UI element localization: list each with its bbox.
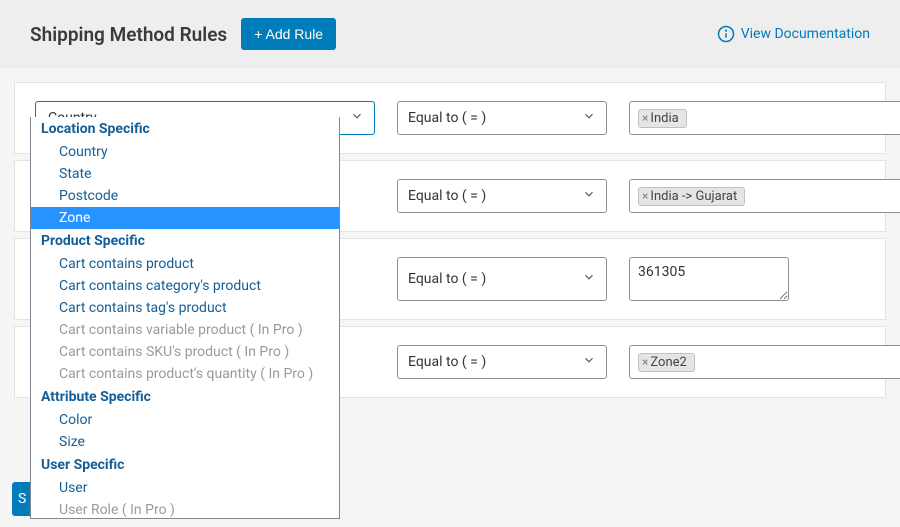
value-tag[interactable]: × Zone2 [638, 353, 695, 372]
value-input[interactable]: × India [629, 101, 900, 135]
dropdown-option[interactable]: State [31, 163, 339, 185]
remove-tag-icon[interactable]: × [642, 111, 649, 125]
info-icon [717, 25, 735, 43]
tag-label: India [650, 111, 678, 126]
postcode-input[interactable] [629, 257, 789, 301]
option-group-label: Location Specific [31, 117, 339, 141]
value-input[interactable]: × Zone2 [629, 345, 900, 379]
tag-label: India -> Gujarat [650, 189, 737, 204]
view-documentation-link[interactable]: View Documentation [717, 25, 870, 43]
operator-select[interactable]: Equal to ( = ) [397, 345, 607, 379]
tag-label: Zone2 [650, 355, 686, 370]
operator-select[interactable]: Equal to ( = ) [397, 101, 607, 135]
dropdown-option[interactable]: Size [31, 431, 339, 453]
dropdown-option[interactable]: Postcode [31, 185, 339, 207]
operator-select[interactable]: Equal to ( = ) [397, 257, 607, 301]
operator-label: Equal to ( = ) [408, 110, 486, 126]
operator-select[interactable]: Equal to ( = ) [397, 179, 607, 213]
chevron-down-icon [350, 109, 364, 127]
option-group-label: Product Specific [31, 229, 339, 253]
operator-label: Equal to ( = ) [408, 354, 486, 370]
remove-tag-icon[interactable]: × [642, 189, 649, 203]
dropdown-option[interactable]: Cart contains product [31, 253, 339, 275]
option-group-label: User Specific [31, 453, 339, 477]
operator-label: Equal to ( = ) [408, 188, 486, 204]
chevron-down-icon [582, 270, 596, 288]
condition-dropdown-panel[interactable]: Location SpecificCountryStatePostcodeZon… [30, 117, 340, 519]
page-header: Shipping Method Rules + Add Rule View Do… [0, 0, 900, 68]
remove-tag-icon[interactable]: × [642, 355, 649, 369]
dropdown-option[interactable]: Color [31, 409, 339, 431]
value-input[interactable]: × India -> Gujarat [629, 179, 900, 213]
dropdown-option[interactable]: Country [31, 141, 339, 163]
operator-label: Equal to ( = ) [408, 271, 486, 287]
dropdown-option[interactable]: User [31, 477, 339, 499]
dropdown-option[interactable]: Cart contains category's product [31, 275, 339, 297]
add-rule-button[interactable]: + Add Rule [241, 18, 336, 50]
chevron-down-icon [582, 353, 596, 371]
dropdown-option: Cart contains variable product ( In Pro … [31, 319, 339, 341]
chevron-down-icon [582, 109, 596, 127]
dropdown-option: User Role ( In Pro ) [31, 499, 339, 519]
option-group-label: Attribute Specific [31, 385, 339, 409]
save-button[interactable]: S [12, 482, 30, 516]
doc-link-label: View Documentation [741, 26, 870, 42]
dropdown-option: Cart contains SKU's product ( In Pro ) [31, 341, 339, 363]
dropdown-option[interactable]: Zone [31, 207, 339, 229]
save-label: S [18, 491, 26, 507]
value-tag[interactable]: × India [638, 109, 687, 128]
chevron-down-icon [582, 187, 596, 205]
dropdown-option[interactable]: Cart contains tag's product [31, 297, 339, 319]
page-title: Shipping Method Rules [30, 23, 227, 46]
dropdown-option: Cart contains product's quantity ( In Pr… [31, 363, 339, 385]
value-tag[interactable]: × India -> Gujarat [638, 187, 745, 206]
